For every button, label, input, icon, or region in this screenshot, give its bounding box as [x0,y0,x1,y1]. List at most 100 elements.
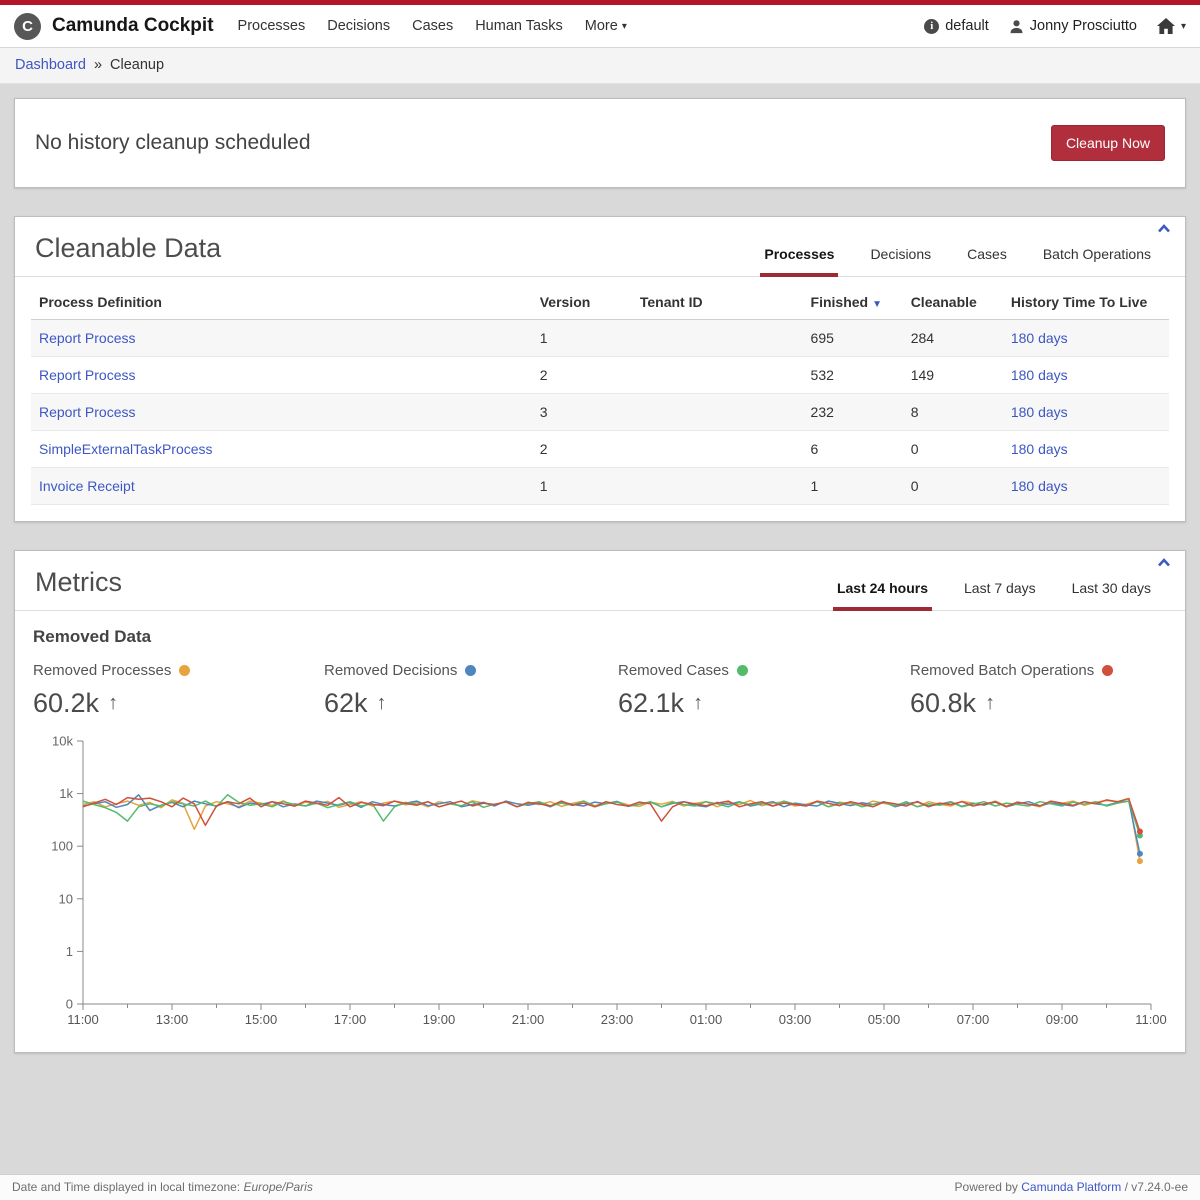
ttl-link[interactable]: 180 days [1011,330,1068,346]
col-tenant-id[interactable]: Tenant ID [632,283,803,320]
process-definition-link[interactable]: SimpleExternalTaskProcess [39,441,213,457]
metrics-tabs: Last 24 hours Last 7 days Last 30 days [837,580,1151,610]
process-definition-link[interactable]: Invoice Receipt [39,478,135,494]
ttl-link[interactable]: 180 days [1011,441,1068,457]
cleanup-status-panel: No history cleanup scheduled Cleanup Now [14,98,1186,188]
breadcrumb: Dashboard » Cleanup [0,48,1200,84]
svg-text:17:00: 17:00 [334,1012,367,1027]
metrics-panel: Metrics Last 24 hours Last 7 days Last 3… [14,550,1186,1053]
trend-up-icon: ↑ [693,692,703,715]
tab-last-7-days[interactable]: Last 7 days [964,580,1036,610]
tab-batch-operations[interactable]: Batch Operations [1043,246,1151,276]
footer: Date and Time displayed in local timezon… [0,1174,1200,1200]
svg-text:19:00: 19:00 [423,1012,456,1027]
col-version[interactable]: Version [532,283,632,320]
svg-text:13:00: 13:00 [156,1012,189,1027]
home-menu[interactable]: ▾ [1157,18,1186,34]
version-cell: 3 [532,394,632,431]
stat-removed-decisions: Removed Decisions 62k ↑ [324,662,618,719]
svg-text:01:00: 01:00 [690,1012,723,1027]
chevron-down-icon: ▾ [1181,21,1186,32]
timezone-label: Date and Time displayed in local timezon… [12,1180,240,1194]
chevron-down-icon: ▾ [622,21,627,32]
finished-cell: 232 [803,394,903,431]
svg-text:10k: 10k [52,734,73,749]
user-menu[interactable]: Jonny Prosciutto [1009,18,1137,34]
col-cleanable[interactable]: Cleanable [903,283,1003,320]
version-cell: 1 [532,320,632,357]
engine-name: default [945,18,989,34]
app-title: Camunda Cockpit [52,15,214,37]
cleanable-cell: 284 [903,320,1003,357]
powered-by-label: Powered by [955,1180,1018,1194]
ttl-link[interactable]: 180 days [1011,404,1068,420]
nav-processes[interactable]: Processes [238,18,306,34]
col-process-definition[interactable]: Process Definition [31,283,532,320]
ttl-link[interactable]: 180 days [1011,478,1068,494]
tab-processes[interactable]: Processes [764,246,834,276]
process-definition-link[interactable]: Report Process [39,367,135,383]
tab-last-24-hours[interactable]: Last 24 hours [837,580,928,610]
tab-last-30-days[interactable]: Last 30 days [1072,580,1151,610]
table-header-row: Process Definition Version Tenant ID Fin… [31,283,1169,320]
engine-selector[interactable]: i default [924,18,989,34]
timezone-note: Date and Time displayed in local timezon… [12,1180,313,1194]
stat-removed-processes: Removed Processes 60.2k ↑ [33,662,324,719]
breadcrumb-dashboard-link[interactable]: Dashboard [15,57,86,73]
svg-text:05:00: 05:00 [868,1012,901,1027]
removed-data-title: Removed Data [33,627,1167,647]
nav-more-menu[interactable]: More ▾ [585,18,627,34]
finished-cell: 695 [803,320,903,357]
finished-cell: 6 [803,431,903,468]
camunda-platform-link[interactable]: Camunda Platform [1021,1180,1121,1194]
stat-value: 62k [324,688,368,719]
trend-up-icon: ↑ [377,692,387,715]
stat-label: Removed Batch Operations [910,662,1094,679]
cleanup-now-button[interactable]: Cleanup Now [1051,125,1165,161]
removed-data-chart: 10k1k100101011:0013:0015:0017:0019:0021:… [33,731,1167,1038]
cleanup-status-message: No history cleanup scheduled [35,131,311,155]
tenant-cell [632,357,803,394]
col-history-ttl[interactable]: History Time To Live [1003,283,1169,320]
svg-text:1: 1 [66,944,73,959]
series-color-dot [737,665,748,676]
cleanable-data-panel: Cleanable Data Processes Decisions Cases… [14,216,1186,522]
finished-cell: 1 [803,468,903,505]
svg-text:1k: 1k [59,786,73,801]
powered-by: Powered by Camunda Platform / v7.24.0-ee [955,1180,1188,1194]
col-finished-label: Finished [811,294,869,310]
cleanable-tabs: Processes Decisions Cases Batch Operatio… [764,246,1151,276]
navbar: C Camunda Cockpit Processes Decisions Ca… [0,5,1200,48]
process-definition-link[interactable]: Report Process [39,330,135,346]
trend-up-icon: ↑ [108,692,118,715]
svg-text:21:00: 21:00 [512,1012,545,1027]
tab-cases[interactable]: Cases [967,246,1007,276]
collapse-panel-button[interactable] [1157,224,1171,233]
nav-cases[interactable]: Cases [412,18,453,34]
stat-removed-cases: Removed Cases 62.1k ↑ [618,662,910,719]
svg-text:0: 0 [66,997,73,1012]
cleanable-cell: 8 [903,394,1003,431]
panel-title: Cleanable Data [35,233,221,276]
table-row: Report Process 2 532 149 180 days [31,357,1169,394]
tenant-cell [632,394,803,431]
ttl-link[interactable]: 180 days [1011,367,1068,383]
version-cell: 2 [532,357,632,394]
chevron-up-icon [1157,558,1171,567]
version-cell: 1 [532,468,632,505]
stat-value: 60.2k [33,688,99,719]
table-row: Report Process 3 232 8 180 days [31,394,1169,431]
series-color-dot [1102,665,1113,676]
user-name: Jonny Prosciutto [1030,18,1137,34]
svg-text:100: 100 [51,839,73,854]
nav-decisions[interactable]: Decisions [327,18,390,34]
cleanable-data-header: Cleanable Data Processes Decisions Cases… [15,217,1185,277]
svg-text:03:00: 03:00 [779,1012,812,1027]
tab-decisions[interactable]: Decisions [870,246,931,276]
col-finished[interactable]: Finished▼ [803,283,903,320]
stat-label: Removed Cases [618,662,729,679]
main-content: No history cleanup scheduled Cleanup Now… [0,84,1200,1081]
nav-human-tasks[interactable]: Human Tasks [475,18,563,34]
collapse-panel-button[interactable] [1157,558,1171,567]
process-definition-link[interactable]: Report Process [39,404,135,420]
